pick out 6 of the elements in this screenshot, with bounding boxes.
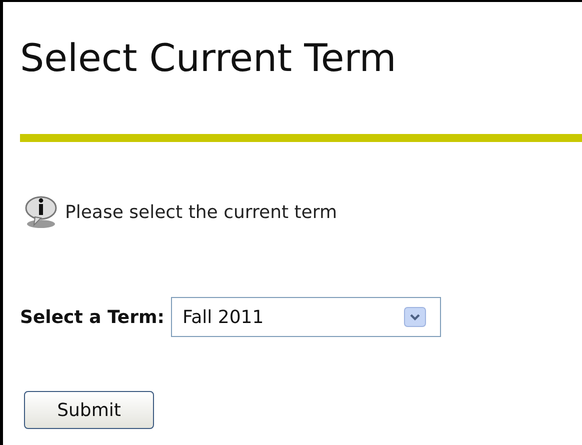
submit-button[interactable]: Submit: [24, 391, 154, 429]
term-dropdown[interactable]: Fall 2011: [171, 297, 442, 337]
page-title: Select Current Term: [20, 35, 398, 82]
term-label: Select a Term:: [20, 306, 164, 328]
info-message: Please select the current term: [65, 202, 338, 222]
info-icon: [23, 195, 59, 229]
